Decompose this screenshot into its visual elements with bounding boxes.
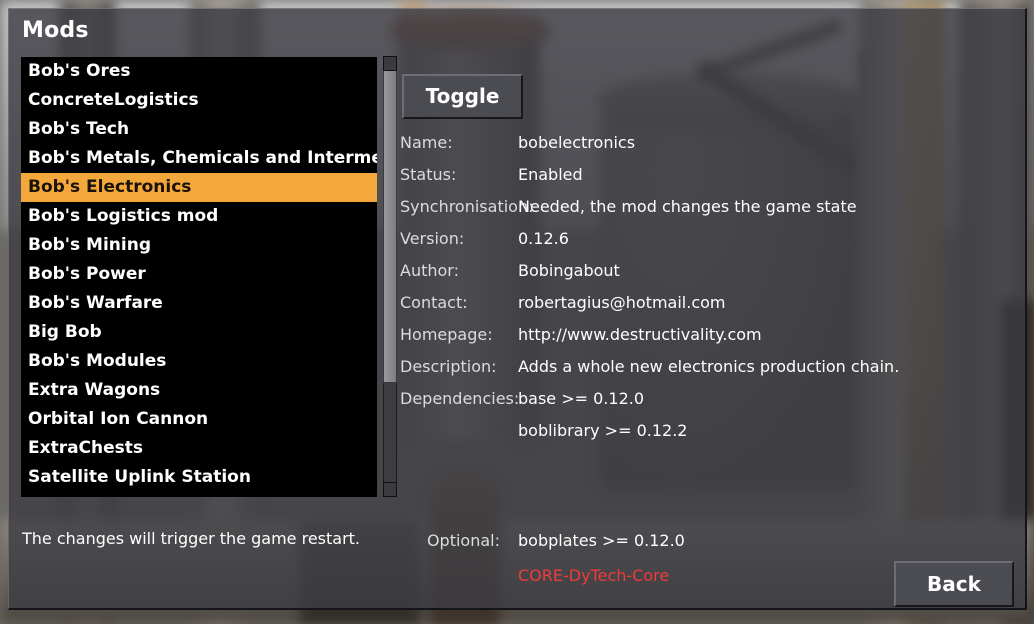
detail-value: bobelectronics xyxy=(518,133,636,152)
detail-value: base >= 0.12.0 xyxy=(518,389,645,408)
optional-label: Optional: xyxy=(426,531,500,550)
detail-row: Dependencies: base >= 0.12.0 xyxy=(400,389,1010,421)
mod-list-item[interactable]: Bob's Ores xyxy=(21,57,377,86)
detail-label: Contact: xyxy=(400,293,468,312)
detail-label: Status: xyxy=(400,165,457,184)
detail-row: Status: Enabled xyxy=(400,165,1010,197)
detail-label: Description: xyxy=(400,357,497,376)
detail-value: http://www.destructivality.com xyxy=(518,325,762,344)
detail-row: Version: 0.12.6 xyxy=(400,229,1010,261)
detail-label: Dependencies: xyxy=(400,389,520,408)
detail-row: Author: Bobingabout xyxy=(400,261,1010,293)
detail-label: Homepage: xyxy=(400,325,493,344)
mods-dialog: Mods Bob's Ores ConcreteLogistics Bob's Te… xyxy=(8,8,1027,610)
back-button[interactable]: Back xyxy=(894,561,1014,607)
detail-row: Homepage: http://www.destructivality.com xyxy=(400,325,1010,357)
mod-list-item-selected[interactable]: Bob's Electronics xyxy=(21,173,377,202)
mod-list-item[interactable]: Orbital Ion Cannon xyxy=(21,405,377,434)
mod-list-item[interactable]: ExtraChests xyxy=(21,434,377,463)
detail-label: Author: xyxy=(400,261,459,280)
mod-details: Name: bobelectronics Status: Enabled Synchro… xyxy=(400,133,1010,453)
page-title: Mods xyxy=(22,18,89,43)
mod-list-item[interactable]: Bob's Metals, Chemicals and Intermediate xyxy=(21,144,377,173)
detail-row: Synchronisation: Needed, the mod changes … xyxy=(400,197,1010,229)
mod-list-item[interactable]: Bob's Power xyxy=(21,260,377,289)
optional-dependency-missing: CORE-DyTech-Core xyxy=(518,566,670,585)
mod-list-item[interactable]: Bob's Warfare xyxy=(21,289,377,318)
scrollbar-thumb[interactable] xyxy=(383,70,397,383)
mod-list[interactable]: Bob's Ores ConcreteLogistics Bob's Tech Bob… xyxy=(21,57,377,497)
optional-dependency: bobplates >= 0.12.0 xyxy=(518,531,685,550)
detail-value: robertagius@hotmail.com xyxy=(518,293,726,312)
mod-list-item[interactable]: Satellite Uplink Station xyxy=(21,463,377,492)
detail-value: 0.12.6 xyxy=(518,229,569,248)
detail-value: Needed, the mod changes the game state xyxy=(518,197,857,216)
detail-value: Bobingabout xyxy=(518,261,620,280)
mod-list-item[interactable]: Bob's Logistics mod xyxy=(21,202,377,231)
detail-value: Adds a whole new electronics production … xyxy=(518,357,900,376)
detail-row: boblibrary >= 0.12.2 xyxy=(400,421,1010,453)
mod-list-item[interactable]: Bob's Mining xyxy=(21,231,377,260)
detail-row: Description: Adds a whole new electronics… xyxy=(400,357,1010,389)
detail-label: Synchronisation: xyxy=(400,197,534,216)
detail-value: boblibrary >= 0.12.2 xyxy=(518,421,688,440)
mod-list-item[interactable]: Extra Wagons xyxy=(21,376,377,405)
toggle-button[interactable]: Toggle xyxy=(402,74,523,119)
scroll-down-icon[interactable] xyxy=(383,482,397,497)
mod-list-panel: Bob's Ores ConcreteLogistics Bob's Tech Bob… xyxy=(21,56,397,497)
mod-list-item[interactable]: ConcreteLogistics xyxy=(21,86,377,115)
detail-label: Version: xyxy=(400,229,465,248)
detail-row: Name: bobelectronics xyxy=(400,133,1010,165)
detail-row: Contact: robertagius@hotmail.com xyxy=(400,293,1010,325)
status-message: The changes will trigger the game restar… xyxy=(22,529,361,548)
mod-list-item[interactable]: Big Bob xyxy=(21,318,377,347)
detail-label: Name: xyxy=(400,133,453,152)
mod-list-item[interactable]: Bob's Tech xyxy=(21,115,377,144)
mod-list-item[interactable]: Bob's Modules xyxy=(21,347,377,376)
detail-value: Enabled xyxy=(518,165,583,184)
scroll-up-icon[interactable] xyxy=(383,56,397,71)
